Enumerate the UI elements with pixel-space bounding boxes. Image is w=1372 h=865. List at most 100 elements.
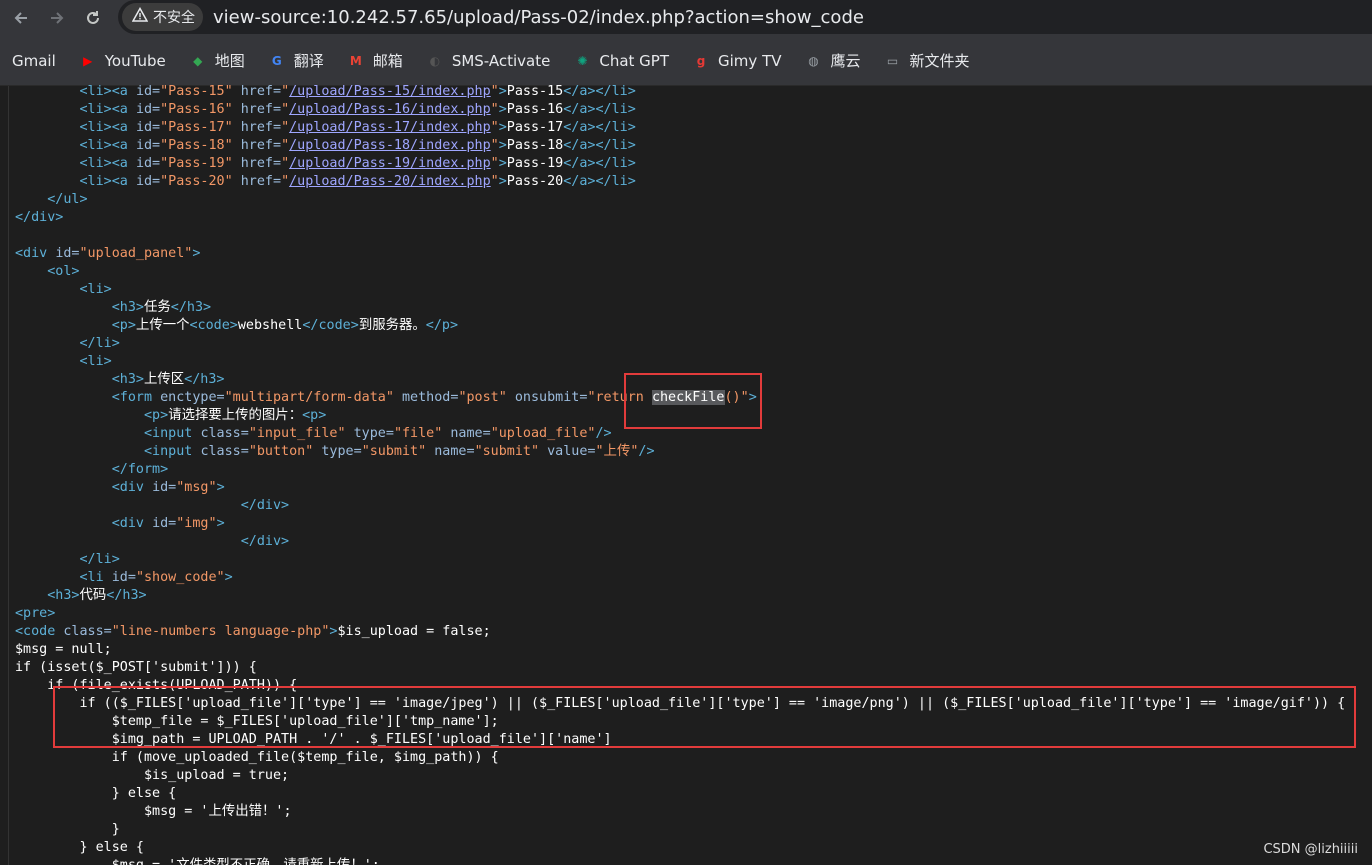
back-arrow-icon[interactable]: [6, 3, 36, 33]
source-token: "上传": [595, 444, 639, 459]
source-token: [15, 300, 112, 315]
bookmark-label: Gmail: [12, 51, 56, 70]
source-token: </h3>: [184, 372, 225, 387]
address-bar[interactable]: 不安全 view-source:10.242.57.65/upload/Pass…: [118, 0, 1372, 34]
source-token: >: [498, 138, 507, 153]
source-token: [15, 444, 144, 459]
source-token: id=: [135, 138, 161, 153]
security-indicator[interactable]: 不安全: [122, 3, 203, 31]
source-token: name=: [442, 426, 491, 441]
source-token: "multipart/form-data": [224, 390, 394, 405]
source-token: [15, 534, 241, 549]
source-token: class=: [200, 444, 249, 459]
source-line: <li><a id="Pass-17" href="/upload/Pass-1…: [15, 119, 1372, 137]
source-line: $msg = '上传出错！';: [15, 803, 1372, 821]
source-token: id=: [135, 120, 161, 135]
bookmark-item[interactable]: ▭ 新文件夹: [883, 50, 970, 71]
bookmark-item[interactable]: ◐ SMS-Activate: [425, 51, 551, 71]
source-token: <li: [79, 570, 112, 585]
source-line: <pre>: [15, 605, 1372, 623]
source-link[interactable]: /upload/Pass-15/index.php: [289, 84, 491, 99]
source-link[interactable]: /upload/Pass-19/index.php: [289, 156, 491, 171]
source-line: [15, 227, 1372, 245]
source-token: Pass-20: [506, 174, 564, 189]
source-token: <h3>: [111, 372, 144, 387]
bookmark-item[interactable]: M 邮箱: [346, 50, 403, 71]
source-line: if (move_uploaded_file($temp_file, $img_…: [15, 749, 1372, 767]
source-token: <code: [15, 624, 64, 639]
bookmark-item[interactable]: ◍ 鹰云: [804, 50, 860, 71]
source-token: class=: [63, 624, 112, 639]
source-token: Pass-18: [506, 138, 564, 153]
source-token: webshell: [237, 318, 303, 333]
source-token: >: [498, 84, 507, 99]
source-token: [15, 318, 112, 333]
source-line: <li>: [15, 281, 1372, 299]
source-line: <li>: [15, 353, 1372, 371]
bookmark-item[interactable]: G 翻译: [267, 50, 324, 71]
source-token: [15, 84, 80, 99]
source-link[interactable]: /upload/Pass-20/index.php: [289, 174, 491, 189]
source-line: <div id="img">: [15, 515, 1372, 533]
source-token: [15, 498, 241, 513]
source-token: >: [498, 120, 507, 135]
source-link[interactable]: /upload/Pass-16/index.php: [289, 102, 491, 117]
source-token: onsubmit=: [506, 390, 588, 405]
source-token: <code>: [189, 318, 238, 333]
source-token: id=: [135, 84, 161, 99]
source-token: >: [498, 174, 507, 189]
source-token: </a></li>: [563, 138, 636, 153]
source-token: [15, 552, 80, 567]
source-token: [15, 480, 112, 495]
source-token: $is_upload = false;: [337, 624, 491, 639]
source-token: Pass-19: [506, 156, 564, 171]
line-gutter: [0, 86, 9, 865]
source-line: <code class="line-numbers language-php">…: [15, 623, 1372, 641]
source-token: 代码: [79, 588, 107, 603]
browser-toolbar: 不安全 view-source:10.242.57.65/upload/Pass…: [0, 0, 1372, 36]
source-token: value=: [539, 444, 596, 459]
bookmark-label: YouTube: [104, 51, 166, 70]
source-token: </a></li>: [563, 84, 636, 99]
source-token: type=: [345, 426, 394, 441]
url-text[interactable]: view-source:10.242.57.65/upload/Pass-02/…: [213, 7, 864, 28]
source-token: method=: [393, 390, 459, 405]
source-token: </a></li>: [563, 174, 636, 189]
source-token: "Pass-16": [160, 102, 233, 117]
bookmark-item[interactable]: MGmail: [12, 52, 56, 70]
source-token: />: [638, 444, 655, 459]
source-token: "Pass-19": [160, 156, 233, 171]
source-link[interactable]: /upload/Pass-18/index.php: [289, 138, 491, 153]
forward-arrow-icon[interactable]: [42, 3, 72, 33]
source-token: [15, 138, 80, 153]
reload-icon[interactable]: [78, 3, 108, 33]
source-token: "upload_file": [490, 426, 596, 441]
gimy-tv-icon: g: [696, 53, 706, 68]
source-token: if (isset($_POST['submit'])) {: [15, 660, 257, 675]
source-line: } else {: [15, 839, 1372, 857]
source-token: <p>: [144, 408, 169, 423]
bookmark-item[interactable]: ▶ YouTube: [78, 51, 166, 71]
source-token: 上传区: [144, 372, 185, 387]
bookmark-item[interactable]: ✺ Chat GPT: [572, 51, 669, 71]
source-token: [15, 156, 80, 171]
source-token: "Pass-18": [160, 138, 233, 153]
source-line: $msg = null;: [15, 641, 1372, 659]
source-token: id=: [55, 246, 80, 261]
source-token: href=: [232, 120, 282, 135]
source-line: <li><a id="Pass-16" href="/upload/Pass-1…: [15, 101, 1372, 119]
watermark: CSDN @lizhiiiii: [1263, 842, 1358, 857]
source-token: id=: [152, 516, 177, 531]
source-token: [15, 120, 80, 135]
bookmark-item[interactable]: ◆ 地图: [188, 50, 245, 71]
security-label: 不安全: [153, 10, 195, 26]
source-line: </div>: [15, 209, 1372, 227]
source-token: <div: [15, 246, 56, 261]
source-link[interactable]: /upload/Pass-17/index.php: [289, 120, 491, 135]
source-token: id=: [135, 102, 161, 117]
bookmark-item[interactable]: g Gimy TV: [691, 51, 782, 71]
source-token: [15, 588, 47, 603]
source-token: <li><a: [79, 102, 136, 117]
source-token: <h3>: [47, 588, 80, 603]
source-token: <div: [111, 480, 153, 495]
